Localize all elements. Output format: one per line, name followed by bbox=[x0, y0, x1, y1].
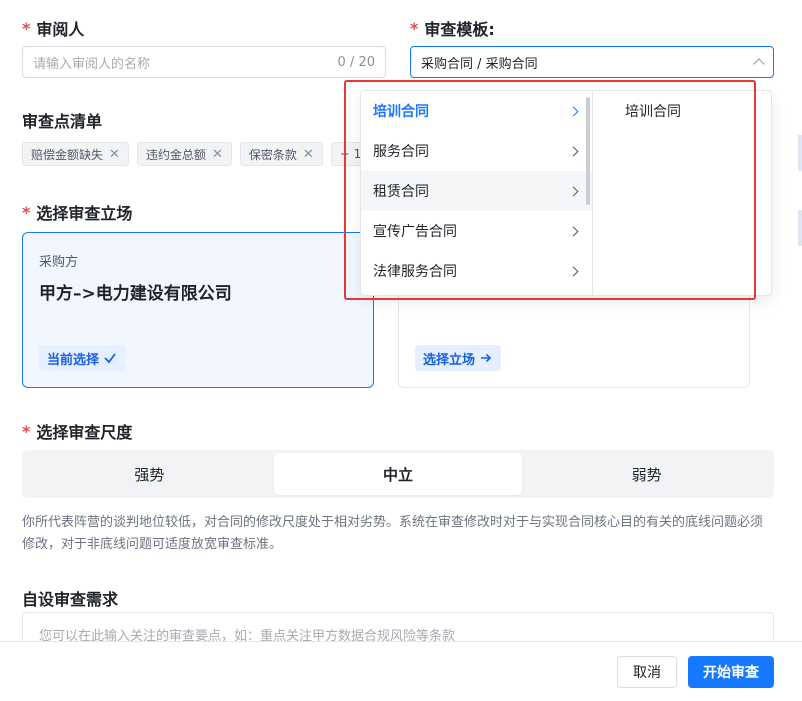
check-icon bbox=[104, 353, 116, 364]
option-label: 租赁合同 bbox=[373, 184, 429, 200]
stance-card-buyer[interactable]: 采购方 甲方–>电力建设有限公司 当前选择 bbox=[22, 232, 374, 388]
custom-label: 自设审查需求 bbox=[22, 586, 118, 610]
reviewer-char-counter: 0 / 20 bbox=[337, 54, 375, 70]
close-icon[interactable]: ✕ bbox=[212, 147, 223, 162]
arrow-right-icon bbox=[481, 353, 492, 363]
checklist-tag[interactable]: 保密条款 ✕ bbox=[239, 142, 323, 166]
stance-role: 采购方 bbox=[39, 255, 79, 270]
scale-description: 你所代表阵营的谈判地位较低，对合同的修改尺度处于相对劣势。系统在审查修改时对于与… bbox=[22, 515, 764, 552]
scale-label: * 选择审查尺度 bbox=[22, 419, 132, 443]
option-label: 培训合同 bbox=[373, 104, 429, 120]
template-select[interactable]: 采购合同 / 采购合同 bbox=[410, 46, 774, 78]
template-cascader-dropdown: 培训合同 服务合同 租赁合同 宣传广告合同 法律服务合同 培训合同 bbox=[360, 90, 772, 296]
scale-segmented-control[interactable]: 强势 中立 弱势 bbox=[22, 450, 774, 498]
cascader-level2: 培训合同 bbox=[593, 91, 771, 295]
cascader-option[interactable]: 服务合同 bbox=[361, 131, 592, 171]
scale-option-neutral[interactable]: 中立 bbox=[273, 453, 523, 495]
checklist-tag[interactable]: 赔偿金额缺失 ✕ bbox=[22, 142, 129, 166]
tag-label: 保密条款 bbox=[248, 147, 297, 162]
cascader-option[interactable]: 法律服务合同 bbox=[361, 251, 592, 291]
custom-label-text: 自设审查需求 bbox=[22, 590, 119, 609]
chevron-up-icon bbox=[753, 58, 765, 70]
cancel-button[interactable]: 取消 bbox=[617, 656, 677, 688]
more-count: + 1 bbox=[339, 147, 362, 161]
chevron-right-icon bbox=[568, 266, 579, 276]
checklist-label: 审查点清单 bbox=[22, 108, 102, 132]
current-selection-label: 当前选择 bbox=[47, 352, 100, 368]
cascader-option[interactable]: 宣传广告合同 bbox=[361, 211, 592, 251]
cascader-option[interactable]: 培训合同 bbox=[593, 91, 771, 131]
tag-label: 赔偿金额缺失 bbox=[31, 147, 104, 162]
checklist-label-text: 审查点清单 bbox=[22, 112, 103, 131]
reviewer-label-text: 审阅人 bbox=[36, 20, 85, 39]
option-label: 法律服务合同 bbox=[373, 264, 457, 280]
template-select-value: 采购合同 / 采购合同 bbox=[421, 56, 538, 72]
checklist-tag[interactable]: 违约金总额 ✕ bbox=[136, 142, 232, 166]
option-label: 宣传广告合同 bbox=[373, 224, 457, 240]
chevron-right-icon bbox=[568, 226, 579, 236]
scale-option-strong[interactable]: 强势 bbox=[25, 453, 274, 495]
close-icon[interactable]: ✕ bbox=[109, 147, 120, 162]
reviewer-input[interactable]: 请输入审阅人的名称 0 / 20 bbox=[22, 46, 386, 78]
reviewer-label: * 审阅人 bbox=[22, 16, 84, 40]
stance-label-text: 选择审查立场 bbox=[36, 204, 133, 223]
option-label: 服务合同 bbox=[373, 144, 429, 160]
cascader-scrollbar[interactable] bbox=[586, 97, 590, 205]
required-mark: * bbox=[22, 421, 31, 441]
reviewer-placeholder: 请输入审阅人的名称 bbox=[33, 56, 151, 72]
cascader-level1: 培训合同 服务合同 租赁合同 宣传广告合同 法律服务合同 bbox=[361, 91, 593, 295]
select-stance-button[interactable]: 选择立场 bbox=[415, 345, 502, 371]
template-label-text: 审查模板: bbox=[424, 20, 495, 39]
dialog-footer: 取消 开始审查 bbox=[0, 641, 802, 701]
current-selection-badge: 当前选择 bbox=[39, 345, 126, 371]
select-stance-label: 选择立场 bbox=[423, 352, 476, 368]
chevron-right-icon bbox=[568, 146, 579, 156]
chevron-right-icon bbox=[568, 186, 579, 196]
start-review-button[interactable]: 开始审查 bbox=[688, 656, 774, 688]
stance-label: * 选择审查立场 bbox=[22, 200, 132, 224]
checklist-more-tag[interactable]: + 1 bbox=[330, 142, 362, 166]
scale-option-weak[interactable]: 弱势 bbox=[522, 453, 771, 495]
checklist-tags[interactable]: 赔偿金额缺失 ✕ 违约金总额 ✕ 保密条款 ✕ + 1 bbox=[22, 140, 362, 168]
tag-label: 违约金总额 bbox=[145, 147, 206, 162]
scale-label-text: 选择审查尺度 bbox=[36, 423, 133, 442]
background-peek bbox=[798, 210, 802, 246]
cascader-option[interactable]: 培训合同 bbox=[361, 91, 592, 131]
template-label: * 审查模板: bbox=[410, 16, 495, 40]
chevron-right-icon bbox=[568, 106, 579, 116]
background-peek bbox=[798, 135, 802, 171]
close-icon[interactable]: ✕ bbox=[303, 147, 314, 162]
required-mark: * bbox=[410, 18, 419, 38]
cascader-option[interactable]: 租赁合同 bbox=[361, 171, 592, 211]
required-mark: * bbox=[22, 18, 31, 38]
required-mark: * bbox=[22, 202, 31, 222]
stance-party: 甲方–>电力建设有限公司 bbox=[39, 284, 232, 304]
